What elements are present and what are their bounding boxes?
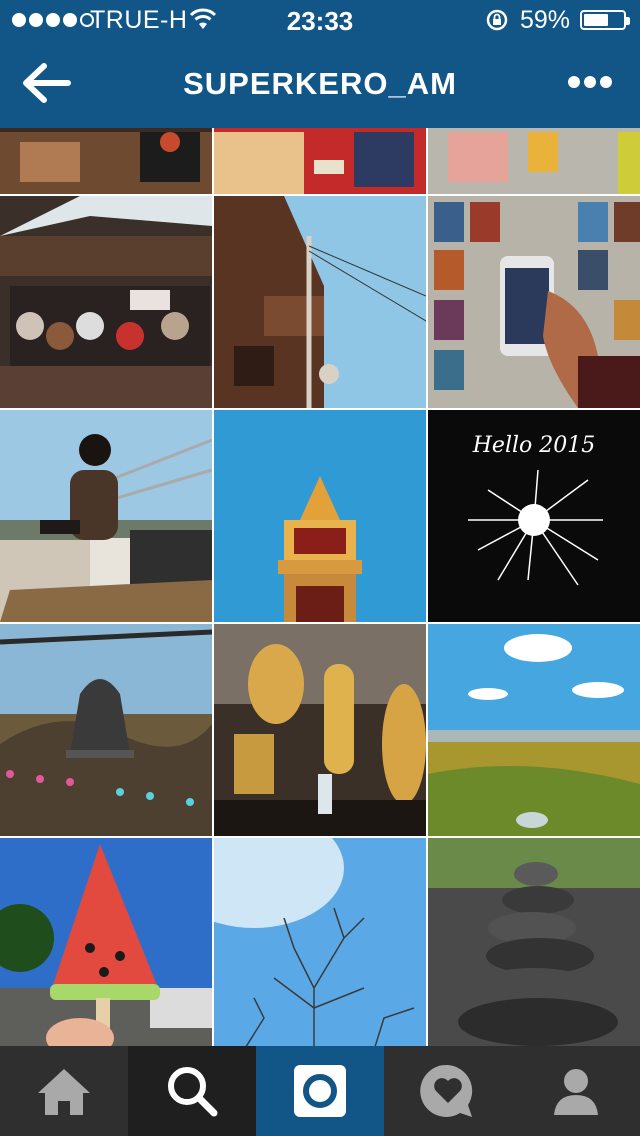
photo-tile[interactable] — [214, 624, 426, 836]
tab-home[interactable] — [0, 1046, 128, 1136]
photo-tile[interactable]: Hello 2015 — [428, 410, 640, 622]
photo-tile[interactable] — [428, 624, 640, 836]
photo-wooden-shop-hats — [0, 196, 212, 408]
photo-stacked-stones — [428, 838, 640, 1046]
photo-market-stall — [0, 128, 212, 194]
photo-tile[interactable] — [0, 624, 212, 836]
photo-tile[interactable] — [428, 838, 640, 1046]
battery-percent: 59% — [520, 6, 571, 34]
photo-welcome-shop — [214, 128, 426, 194]
photo-tile[interactable] — [0, 196, 212, 408]
photo-tile[interactable] — [214, 128, 426, 194]
photo-grid: Hello 2015 — [0, 128, 640, 1046]
photo-valley-view — [428, 624, 640, 836]
photo-street-corn — [428, 128, 640, 194]
heart-bubble-icon — [420, 1064, 473, 1117]
more-options-button[interactable] — [568, 76, 612, 92]
photo-tile[interactable] — [428, 128, 640, 194]
search-icon — [168, 1067, 218, 1117]
photo-tile[interactable] — [428, 196, 640, 408]
more-dots-icon — [568, 76, 580, 88]
photo-tile[interactable] — [0, 838, 212, 1046]
tab-bar — [0, 1046, 640, 1136]
photo-person-on-bridge — [0, 410, 212, 622]
photo-old-wooden-house — [214, 196, 426, 408]
battery-icon — [580, 10, 630, 30]
camera-icon — [294, 1065, 346, 1117]
photo-phone-postcards — [428, 196, 640, 408]
photo-tile[interactable] — [0, 128, 212, 194]
photo-watermelon-popsicle — [0, 838, 212, 1046]
tab-activity[interactable] — [384, 1046, 512, 1136]
tab-profile[interactable] — [512, 1046, 640, 1136]
photo-tile[interactable] — [214, 196, 426, 408]
tab-camera[interactable] — [256, 1046, 384, 1136]
photo-sparkler: Hello 2015 — [428, 410, 640, 622]
photo-golden-buddhas — [214, 624, 426, 836]
photo-caption: Hello 2015 — [472, 433, 596, 458]
photo-tile[interactable] — [0, 410, 212, 622]
rotation-lock-icon — [486, 9, 508, 31]
photo-temple-tower — [214, 410, 426, 622]
page-title: SUPERKERO_AM — [183, 66, 457, 101]
nav-bar: SUPERKERO_AM — [0, 40, 640, 128]
photo-tile[interactable] — [214, 410, 426, 622]
top-bar: TRUE-H 23:33 59% SUPERKERO_AM — [0, 0, 640, 128]
tab-search[interactable] — [128, 1046, 256, 1136]
home-icon — [38, 1069, 90, 1115]
photo-sky-branches — [214, 838, 426, 1046]
photo-bell-on-wire — [0, 624, 212, 836]
profile-icon — [554, 1069, 598, 1115]
status-bar: TRUE-H 23:33 59% — [0, 0, 640, 40]
photo-tile[interactable] — [214, 838, 426, 1046]
